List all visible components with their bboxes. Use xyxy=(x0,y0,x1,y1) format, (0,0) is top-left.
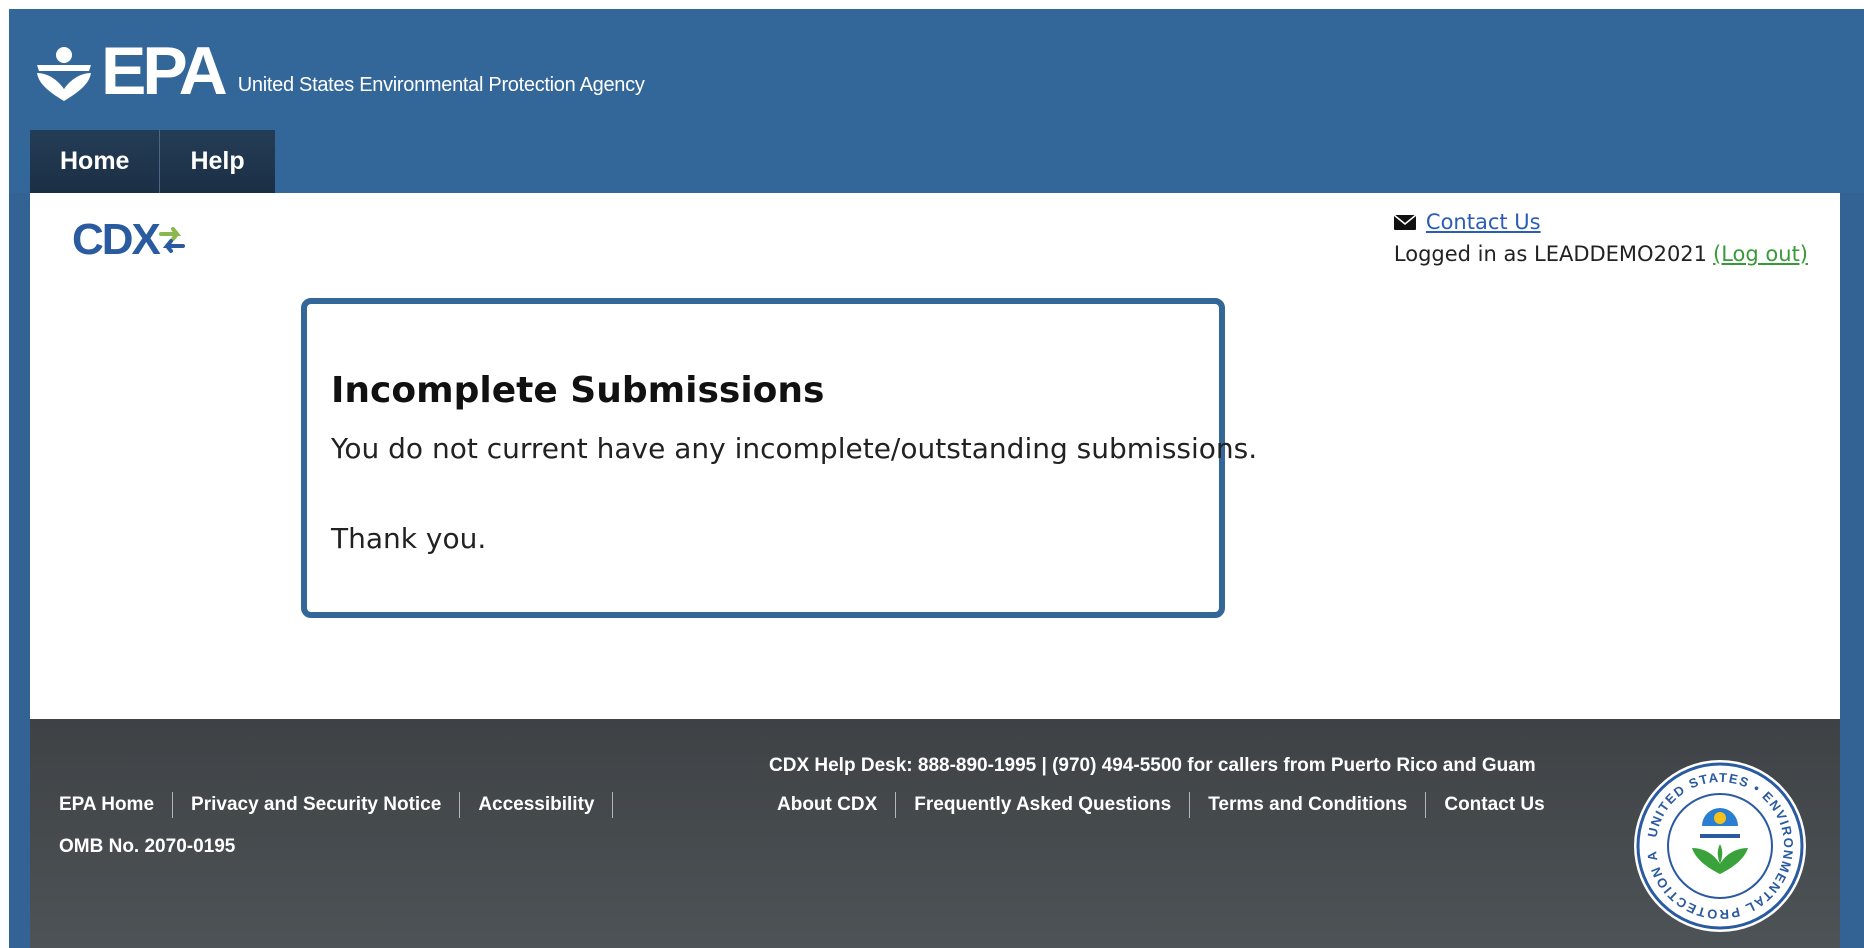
page: EPA United States Environmental Protecti… xyxy=(9,9,1864,948)
epa-logo-text: EPA xyxy=(101,33,228,109)
footer-link-privacy[interactable]: Privacy and Security Notice xyxy=(191,794,441,816)
epa-emblem-icon xyxy=(37,47,91,101)
account-panel: Contact Us Logged in as LEADDEMO2021 (Log… xyxy=(1393,207,1808,271)
card-message: You do not current have any incomplete/o… xyxy=(331,432,1258,465)
logout-link[interactable]: (Log out) xyxy=(1713,242,1808,266)
footer-divider xyxy=(1189,792,1191,818)
footer-link-terms[interactable]: Terms and Conditions xyxy=(1208,794,1407,816)
cdx-logo-text: CDX xyxy=(72,215,161,264)
epa-seal-icon: UNITED STATES • ENVIRONMENTAL PROTECTION… xyxy=(1630,756,1806,932)
footer-right-links: About CDX Frequently Asked Questions Ter… xyxy=(777,789,1545,821)
footer-left-links: EPA Home Privacy and Security Notice Acc… xyxy=(59,789,631,821)
nav-help[interactable]: Help xyxy=(160,130,275,193)
omb-number: OMB No. 2070-0195 xyxy=(59,836,236,857)
card-title: Incomplete Submissions xyxy=(331,370,825,411)
agency-name: United States Environmental Protection A… xyxy=(237,74,645,96)
footer-link-contact[interactable]: Contact Us xyxy=(1444,794,1544,816)
logged-in-row: Logged in as LEADDEMO2021 (Log out) xyxy=(1394,237,1808,271)
card-thanks: Thank you. xyxy=(331,522,487,555)
contact-row: Contact Us xyxy=(1393,207,1808,237)
footer-link-about-cdx[interactable]: About CDX xyxy=(777,794,877,816)
cdx-arrows-icon xyxy=(158,227,185,253)
main-nav: Home Help xyxy=(30,130,275,193)
epa-logo[interactable]: EPA United States Environmental Protecti… xyxy=(33,31,645,109)
site-footer: EPA Home Privacy and Security Notice Acc… xyxy=(30,719,1840,948)
help-desk-info: CDX Help Desk: 888-890-1995 | (970) 494-… xyxy=(769,755,1536,776)
footer-divider xyxy=(459,792,461,818)
contact-us-link[interactable]: Contact Us xyxy=(1426,210,1541,234)
incomplete-submissions-card: Incomplete Submissions You do not curren… xyxy=(301,298,1257,618)
footer-divider xyxy=(612,792,614,818)
nav-home[interactable]: Home xyxy=(30,130,161,193)
main-content: CDX Contact Us Logged in as LEADDEMO2021… xyxy=(30,193,1840,719)
envelope-icon xyxy=(1393,214,1416,230)
footer-divider xyxy=(1425,792,1427,818)
footer-link-epa-home[interactable]: EPA Home xyxy=(59,794,154,816)
cdx-logo: CDX xyxy=(72,215,185,265)
footer-link-accessibility[interactable]: Accessibility xyxy=(478,794,594,816)
site-header: EPA United States Environmental Protecti… xyxy=(9,9,1864,193)
footer-divider xyxy=(895,792,897,818)
logged-in-text: Logged in as LEADDEMO2021 xyxy=(1393,242,1708,266)
footer-divider xyxy=(172,792,174,818)
footer-link-faq[interactable]: Frequently Asked Questions xyxy=(914,794,1171,816)
